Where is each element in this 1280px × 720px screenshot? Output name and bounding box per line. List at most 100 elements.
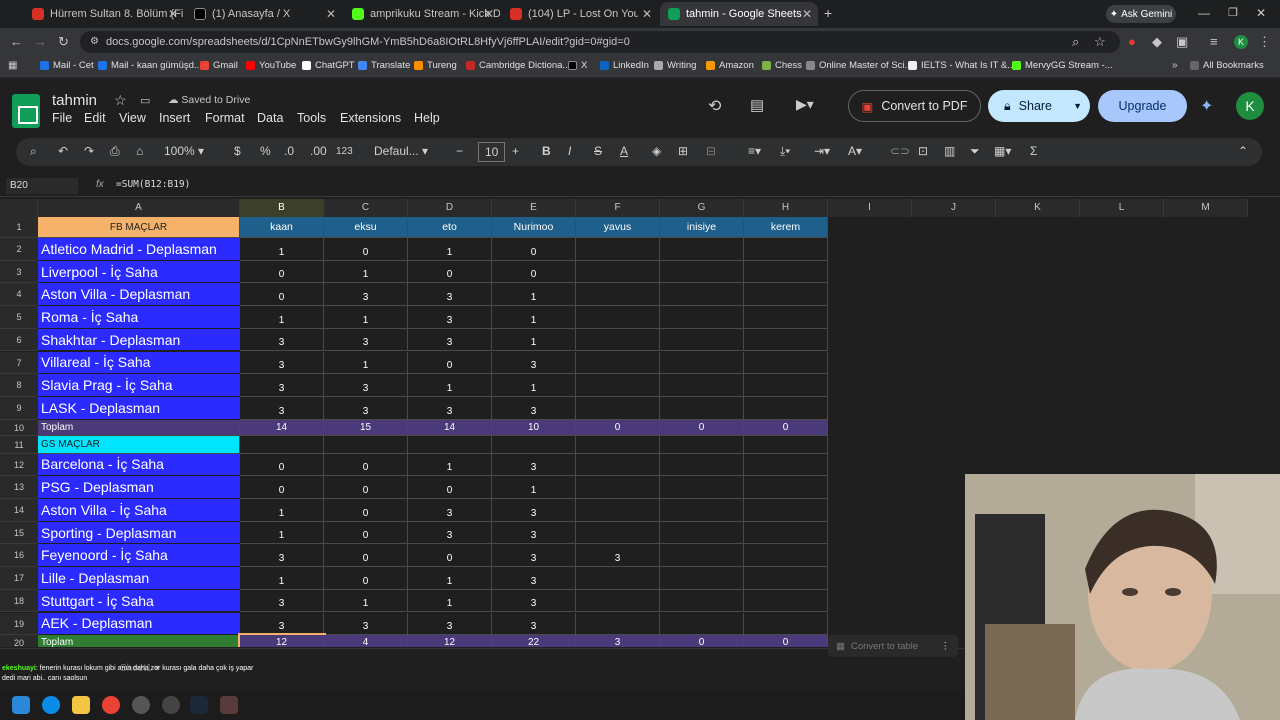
column-header-e[interactable]: E bbox=[492, 199, 576, 217]
overflow-chevron-icon[interactable]: » bbox=[1172, 60, 1178, 71]
filter-views-icon[interactable]: ▦▾ bbox=[994, 144, 1011, 158]
prediction-score-cell[interactable]: 3 bbox=[240, 328, 324, 352]
column-header-f[interactable]: F bbox=[576, 199, 660, 217]
row-header[interactable]: 7 bbox=[0, 351, 38, 375]
more-icon[interactable]: ⋮ bbox=[941, 641, 951, 652]
empty-cell[interactable] bbox=[744, 435, 828, 454]
row-header[interactable]: 17 bbox=[0, 567, 38, 590]
prediction-score-cell[interactable]: 0 bbox=[408, 544, 492, 568]
column-header-g[interactable]: G bbox=[660, 199, 744, 217]
browser-tab[interactable]: Hürrem Sultan 8. Bölüm (Final)✕ bbox=[24, 2, 184, 26]
player-name-header[interactable]: eto bbox=[408, 217, 492, 238]
prediction-score-cell[interactable] bbox=[744, 374, 828, 397]
prediction-score-cell[interactable] bbox=[576, 283, 660, 307]
prediction-score-cell[interactable]: 3 bbox=[324, 374, 408, 397]
prediction-score-cell[interactable]: 3 bbox=[408, 328, 492, 352]
fill-color-icon[interactable]: ◈ bbox=[652, 144, 661, 158]
prediction-score-cell[interactable] bbox=[660, 521, 744, 545]
prediction-score-cell[interactable] bbox=[660, 260, 744, 284]
column-header-m[interactable]: M bbox=[1164, 199, 1248, 217]
prediction-score-cell[interactable]: 1 bbox=[408, 589, 492, 613]
prediction-score-cell[interactable]: 3 bbox=[492, 351, 576, 375]
prediction-score-cell[interactable]: 1 bbox=[324, 306, 408, 329]
undo-icon[interactable]: ↶ bbox=[58, 144, 68, 158]
edge-icon[interactable] bbox=[42, 696, 60, 714]
zoom-icon[interactable]: ⌕ bbox=[1072, 34, 1079, 50]
row-header[interactable]: 20 bbox=[0, 635, 38, 647]
prediction-score-cell[interactable]: 1 bbox=[324, 351, 408, 375]
move-folder-icon[interactable]: ▭ bbox=[140, 94, 150, 107]
prediction-score-cell[interactable] bbox=[660, 476, 744, 499]
column-header-a[interactable]: A bbox=[38, 199, 240, 217]
borders-icon[interactable]: ⊞ bbox=[678, 144, 688, 158]
bookmark-item[interactable]: IELTS - What Is IT &... bbox=[908, 60, 1015, 71]
prediction-score-cell[interactable] bbox=[576, 521, 660, 545]
prediction-score-cell[interactable] bbox=[744, 567, 828, 590]
row-header[interactable]: 8 bbox=[0, 374, 38, 397]
window-close-icon[interactable]: ✕ bbox=[1256, 6, 1266, 20]
back-icon[interactable]: ← bbox=[10, 34, 23, 49]
bookmark-item[interactable]: LinkedIn bbox=[600, 60, 649, 71]
bookmark-item[interactable]: Gmail bbox=[200, 60, 238, 71]
row-header[interactable]: 1 bbox=[0, 217, 38, 238]
total-score-cell[interactable]: 15 bbox=[324, 419, 408, 436]
menu-help[interactable]: Help bbox=[414, 111, 440, 125]
total-score-cell[interactable]: 0 bbox=[744, 419, 828, 436]
gs-matches-header[interactable]: GS MAÇLAR bbox=[38, 435, 240, 454]
prediction-score-cell[interactable]: 3 bbox=[492, 499, 576, 522]
empty-cell[interactable] bbox=[408, 435, 492, 454]
extensions-puzzle-icon[interactable]: ▣ bbox=[1176, 34, 1188, 50]
player-name-header[interactable]: kaan bbox=[240, 217, 324, 238]
prediction-score-cell[interactable]: 3 bbox=[408, 283, 492, 307]
prediction-score-cell[interactable]: 3 bbox=[492, 521, 576, 545]
prediction-score-cell[interactable]: 1 bbox=[324, 260, 408, 284]
bookmark-item[interactable]: ChatGPT bbox=[302, 60, 355, 71]
prediction-score-cell[interactable]: 3 bbox=[576, 544, 660, 568]
column-header-h[interactable]: H bbox=[744, 199, 828, 217]
app-icon[interactable] bbox=[220, 696, 238, 714]
profile-avatar[interactable]: K bbox=[1234, 35, 1248, 49]
player-name-header[interactable]: yavus bbox=[576, 217, 660, 238]
total-score-cell[interactable]: 14 bbox=[408, 419, 492, 436]
prediction-score-cell[interactable]: 1 bbox=[492, 328, 576, 352]
functions-icon[interactable]: Σ bbox=[1030, 144, 1037, 158]
link-icon[interactable]: ⊂⊃ bbox=[890, 144, 910, 158]
font-size-increase-icon[interactable]: + bbox=[512, 144, 519, 158]
row-header[interactable]: 14 bbox=[0, 499, 38, 522]
menu-file[interactable]: File bbox=[52, 111, 72, 125]
total-score-cell[interactable]: 0 bbox=[576, 419, 660, 436]
match-name-cell[interactable]: Slavia Prag - İç Saha bbox=[38, 374, 240, 397]
player-name-header[interactable]: eksu bbox=[324, 217, 408, 238]
prediction-score-cell[interactable]: 0 bbox=[492, 238, 576, 261]
collapse-toolbar-icon[interactable]: ⌃ bbox=[1238, 144, 1248, 158]
prediction-score-cell[interactable] bbox=[660, 499, 744, 522]
browser-tab[interactable]: amprikuku Stream - Kick Dashb✕ bbox=[344, 2, 500, 26]
star-icon[interactable]: ☆ bbox=[114, 92, 127, 109]
empty-cell[interactable] bbox=[324, 435, 408, 454]
prediction-score-cell[interactable] bbox=[576, 567, 660, 590]
prediction-score-cell[interactable]: 1 bbox=[408, 374, 492, 397]
match-name-cell[interactable]: Villareal - İç Saha bbox=[38, 351, 240, 375]
prediction-score-cell[interactable]: 3 bbox=[324, 612, 408, 636]
prediction-score-cell[interactable]: 1 bbox=[492, 476, 576, 499]
prediction-score-cell[interactable]: 0 bbox=[324, 567, 408, 590]
prediction-score-cell[interactable]: 0 bbox=[324, 238, 408, 261]
formula-input[interactable]: =SUM(B12:B19) bbox=[116, 179, 190, 190]
menu-extensions[interactable]: Extensions bbox=[340, 111, 401, 125]
match-name-cell[interactable]: Roma - İç Saha bbox=[38, 306, 240, 329]
browser-tab-active[interactable]: tahmin - Google Sheets ✕ bbox=[660, 2, 818, 26]
empty-cell[interactable] bbox=[492, 435, 576, 454]
total-label-cell[interactable]: Toplam bbox=[38, 419, 240, 436]
forward-icon[interactable]: → bbox=[34, 34, 47, 49]
currency-format-button[interactable]: $ bbox=[234, 144, 241, 158]
prediction-score-cell[interactable] bbox=[660, 238, 744, 261]
total-score-cell[interactable]: 14 bbox=[240, 419, 324, 436]
bookmark-item[interactable]: Tureng bbox=[414, 60, 457, 71]
row-header[interactable]: 6 bbox=[0, 328, 38, 352]
prediction-score-cell[interactable] bbox=[744, 396, 828, 420]
menu-tools[interactable]: Tools bbox=[297, 111, 326, 125]
windows-start-icon[interactable] bbox=[12, 696, 30, 714]
prediction-score-cell[interactable]: 3 bbox=[324, 396, 408, 420]
bookmark-item[interactable]: Mail - kaan gümüşd... bbox=[98, 60, 202, 71]
obs-icon[interactable] bbox=[162, 696, 180, 714]
